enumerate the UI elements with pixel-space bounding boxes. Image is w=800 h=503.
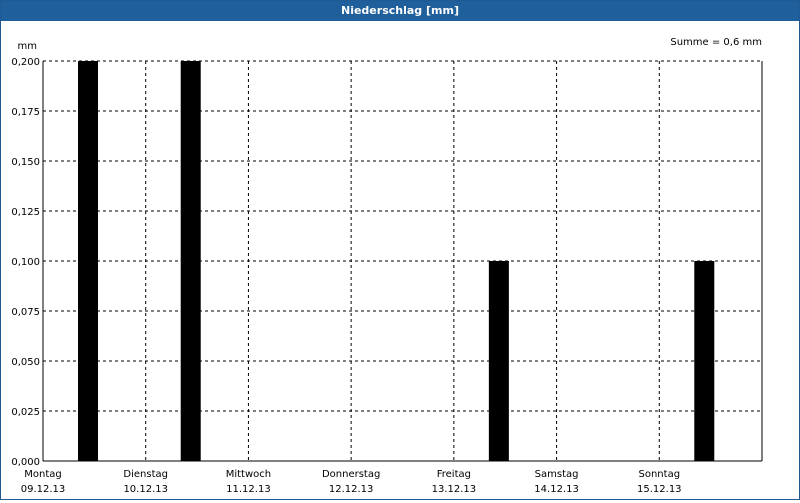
x-tick-day-label: Donnerstag — [322, 469, 380, 480]
precipitation-bar — [180, 61, 201, 461]
summary-text: Summe = 0,6 mm — [670, 37, 762, 48]
x-tick-day-label: Samstag — [535, 469, 579, 480]
x-tick-day-label: Freitag — [437, 469, 471, 480]
precipitation-chart: 0,000 0,025 0,050 0,075 0,100 0,125 0,150 0,175… — [11, 37, 763, 495]
y-tick-label: 0,000 — [11, 457, 40, 468]
y-tick-label: 0,075 — [11, 307, 40, 318]
x-tick-day-label: Montag — [24, 469, 61, 480]
x-tick-day-label: Sonntag — [639, 469, 681, 480]
x-tick-date-label: 14.12.13 — [534, 484, 579, 495]
y-tick-label: 0,025 — [11, 407, 40, 418]
precipitation-bar — [694, 261, 715, 461]
y-tick-label: 0,175 — [11, 107, 40, 118]
x-tick-day-label: Dienstag — [123, 469, 168, 480]
x-tick-date-label: 09.12.13 — [21, 484, 66, 495]
x-tick-date-label: 15.12.13 — [637, 484, 682, 495]
x-tick-day-label: Mittwoch — [226, 469, 271, 480]
y-axis-unit: mm — [18, 41, 37, 52]
precipitation-bar — [488, 261, 509, 461]
y-tick-label: 0,200 — [11, 57, 40, 68]
y-tick-label: 0,100 — [11, 257, 40, 268]
y-tick-label: 0,125 — [11, 207, 40, 218]
y-tick-label: 0,150 — [11, 157, 40, 168]
x-tick-date-label: 12.12.13 — [329, 484, 374, 495]
y-tick-label: 0,050 — [11, 357, 40, 368]
chart-window: Niederschlag [mm] 0,000 0,025 0,050 0,075 0,… — [0, 0, 800, 500]
precipitation-bar — [78, 61, 98, 461]
x-tick-date-label: 13.12.13 — [432, 484, 477, 495]
x-tick-date-label: 11.12.13 — [226, 484, 271, 495]
x-tick-date-label: 10.12.13 — [123, 484, 168, 495]
chart-title: Niederschlag [mm] — [1, 1, 799, 21]
